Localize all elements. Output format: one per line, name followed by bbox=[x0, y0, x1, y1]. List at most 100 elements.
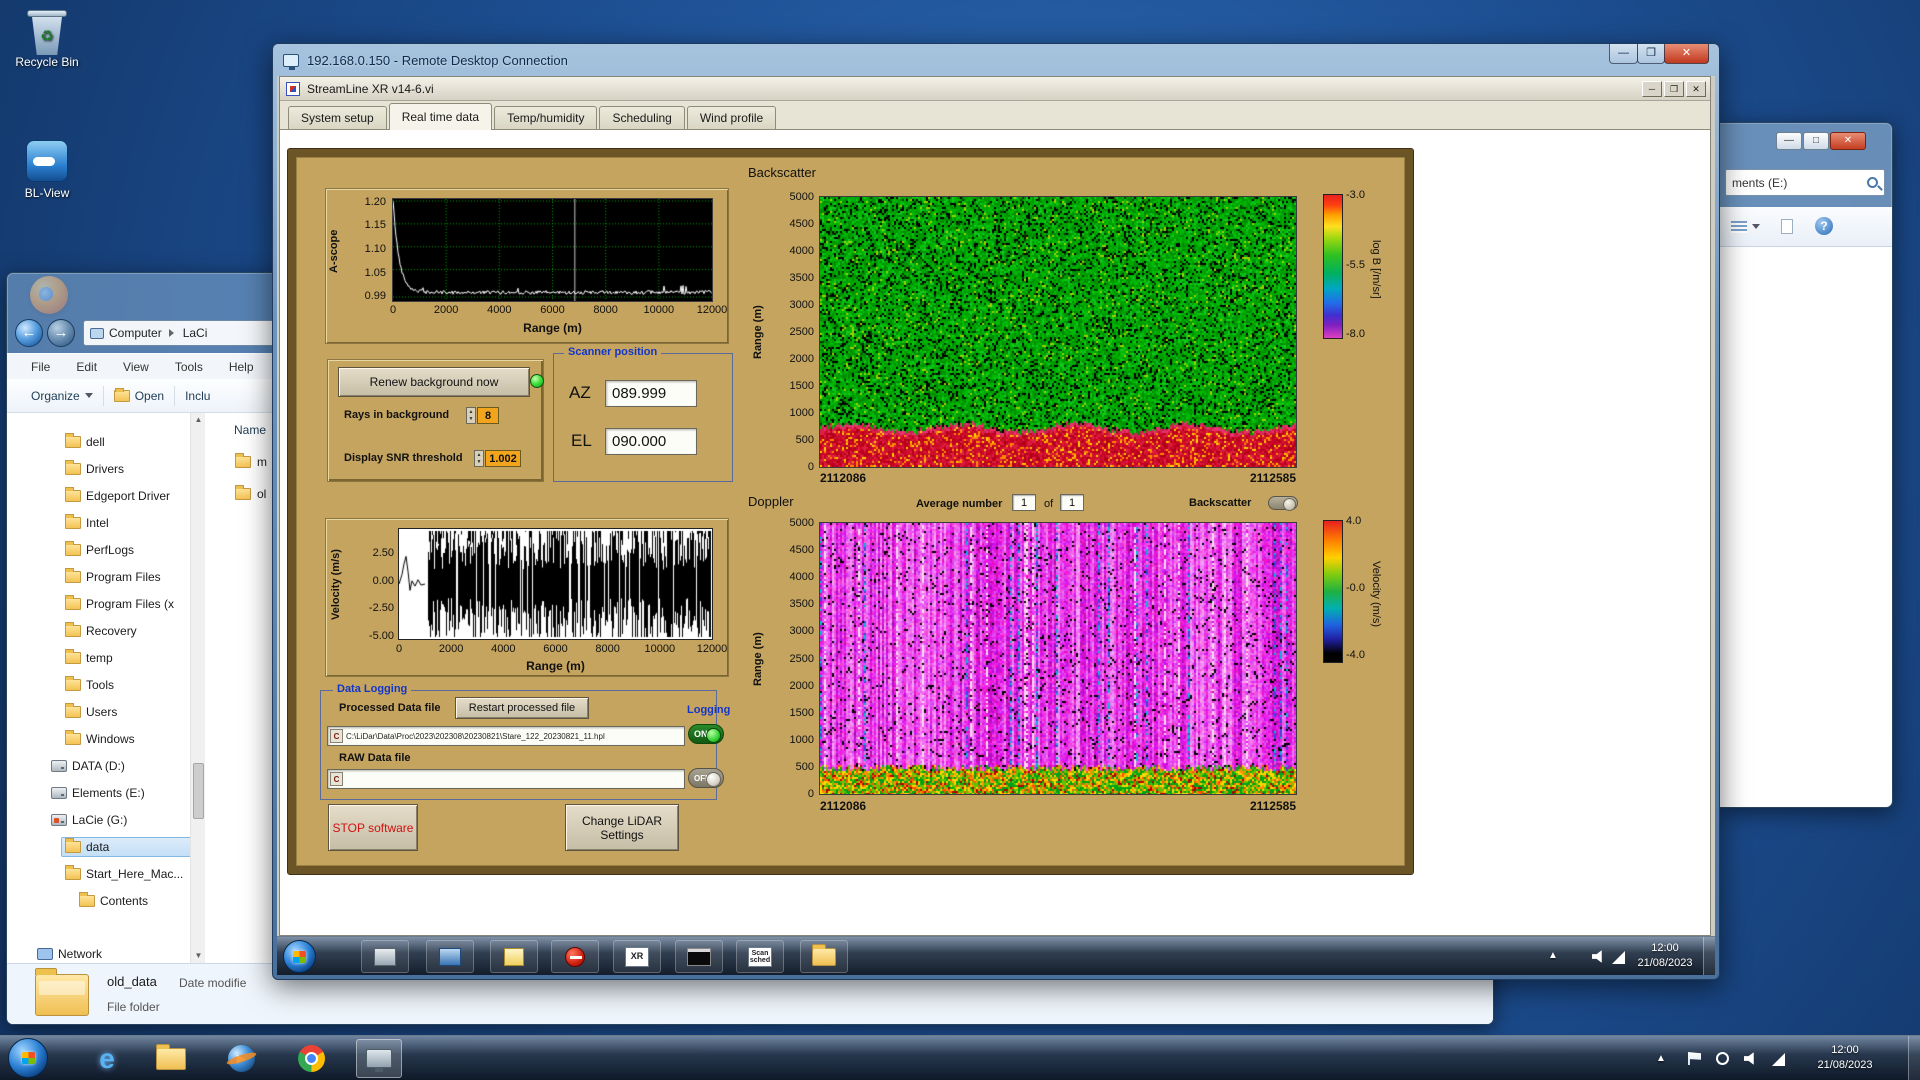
remote-taskbar-icon-scan-scheduler[interactable]: Scan sched bbox=[736, 940, 784, 973]
tab-temp-humidity[interactable]: Temp/humidity bbox=[494, 106, 597, 129]
volume-icon[interactable] bbox=[1592, 950, 1605, 963]
tray-expand-icon[interactable]: ▲ bbox=[1548, 950, 1558, 961]
tree-item-dell[interactable]: dell bbox=[65, 432, 199, 452]
taskbar-icon-internet-explorer[interactable]: e bbox=[84, 1039, 130, 1078]
network-icon[interactable] bbox=[1612, 951, 1625, 964]
tree-item-edgeport-driver[interactable]: Edgeport Driver bbox=[65, 486, 199, 506]
network-icon[interactable] bbox=[1772, 1053, 1785, 1066]
logging-on-switch[interactable]: ON bbox=[688, 724, 724, 744]
host-clock[interactable]: 12:0021/08/2023 bbox=[1795, 1043, 1895, 1073]
tree-item-start-here-mac[interactable]: Start_Here_Mac... bbox=[65, 864, 199, 884]
remote-taskbar-icon-xr[interactable]: XR bbox=[613, 940, 661, 973]
menu-edit[interactable]: Edit bbox=[76, 360, 97, 374]
snr-spinner[interactable]: ▲▼ bbox=[474, 450, 484, 467]
remote-taskbar-icon-notes[interactable] bbox=[490, 940, 538, 973]
tree-item-elements-e[interactable]: Elements (E:) bbox=[51, 783, 199, 803]
list-item[interactable]: m bbox=[235, 455, 267, 469]
back-button[interactable]: ← bbox=[15, 319, 43, 347]
volume-icon[interactable] bbox=[1744, 1052, 1757, 1065]
average-number-value[interactable]: 1 bbox=[1012, 494, 1036, 511]
close-button[interactable]: ✕ bbox=[1686, 81, 1706, 97]
tab-scheduling[interactable]: Scheduling bbox=[599, 106, 684, 129]
desktop-icon-bl-view[interactable]: BL-View bbox=[8, 140, 86, 200]
preview-pane-icon[interactable] bbox=[1781, 219, 1793, 234]
change-lidar-settings-button[interactable]: Change LiDAR Settings bbox=[565, 804, 679, 851]
action-center-flag-icon[interactable] bbox=[1688, 1052, 1701, 1065]
tray-expand-icon[interactable]: ▲ bbox=[1656, 1053, 1666, 1064]
show-desktop-button[interactable] bbox=[1908, 1036, 1920, 1080]
tab-wind-profile[interactable]: Wind profile bbox=[687, 106, 776, 129]
tree-item-drivers[interactable]: Drivers bbox=[65, 459, 199, 479]
tray-status-icon[interactable] bbox=[1716, 1052, 1729, 1065]
remote-taskbar-icon-folder[interactable] bbox=[800, 940, 848, 973]
tab-system-setup[interactable]: System setup bbox=[288, 106, 387, 129]
tree-item-program-files[interactable]: Program Files bbox=[65, 567, 199, 587]
stop-software-button[interactable]: STOP software bbox=[328, 804, 418, 851]
organize-button[interactable]: Organize bbox=[31, 389, 93, 403]
tree-item-tools[interactable]: Tools bbox=[65, 675, 199, 695]
remote-taskbar-icon-app-window[interactable] bbox=[361, 940, 409, 973]
desktop-icon-recycle-bin[interactable]: ♻ Recycle Bin bbox=[8, 10, 86, 69]
rays-spinner[interactable]: ▲▼ bbox=[466, 407, 476, 424]
breadcrumb-computer[interactable]: Computer bbox=[109, 326, 162, 340]
open-button[interactable]: Open bbox=[114, 389, 164, 403]
taskbar-icon-media-player[interactable]: ▶ bbox=[218, 1039, 264, 1078]
remote-clock[interactable]: 12:0021/08/2023 bbox=[1629, 941, 1701, 971]
menu-file[interactable]: File bbox=[31, 360, 50, 374]
tab-real-time-data[interactable]: Real time data bbox=[389, 103, 492, 130]
tree-scrollbar[interactable]: ▲ ▼ bbox=[190, 413, 205, 963]
search-input[interactable]: ments (E:) bbox=[1725, 169, 1885, 196]
average-total-value[interactable]: 1 bbox=[1060, 494, 1084, 511]
processed-path-field[interactable]: C C:\LiDar\Data\Proc\2023\202308\2023082… bbox=[327, 726, 685, 746]
tree-item-intel[interactable]: Intel bbox=[65, 513, 199, 533]
tree-item-perflogs[interactable]: PerfLogs bbox=[65, 540, 199, 560]
tree-item-contents[interactable]: Contents bbox=[79, 891, 199, 911]
backscatter-toggle[interactable] bbox=[1268, 496, 1298, 510]
el-value[interactable]: 090.000 bbox=[605, 428, 697, 455]
menu-view[interactable]: View bbox=[123, 360, 149, 374]
tree-item-program-files-x[interactable]: Program Files (x bbox=[65, 594, 199, 614]
menu-help[interactable]: Help bbox=[229, 360, 254, 374]
taskbar-icon-explorer[interactable] bbox=[148, 1039, 194, 1078]
minimize-button[interactable]: ─ bbox=[1642, 81, 1662, 97]
remote-taskbar-icon-console[interactable] bbox=[675, 940, 723, 973]
start-button[interactable] bbox=[8, 1038, 48, 1078]
show-desktop-button[interactable] bbox=[1703, 937, 1715, 975]
maximize-button[interactable]: □ bbox=[1803, 132, 1829, 150]
view-options-button[interactable] bbox=[1731, 220, 1760, 233]
tree-item-data-d[interactable]: DATA (D:) bbox=[51, 756, 199, 776]
tree-item-users[interactable]: Users bbox=[65, 702, 199, 722]
app-titlebar[interactable]: StreamLine XR v14-6.vi bbox=[280, 77, 1710, 101]
breadcrumb[interactable]: Computer LaCi bbox=[83, 320, 279, 346]
rdp-titlebar[interactable]: 192.168.0.150 - Remote Desktop Connectio… bbox=[273, 44, 1719, 76]
remote-taskbar-icon-blue-app[interactable] bbox=[426, 940, 474, 973]
include-button[interactable]: Inclu bbox=[185, 389, 210, 403]
taskbar-icon-remote-desktop[interactable] bbox=[356, 1039, 402, 1078]
raw-path-field[interactable]: C bbox=[327, 769, 685, 789]
forward-button[interactable]: → bbox=[47, 319, 75, 347]
renew-background-button[interactable]: Renew background now bbox=[338, 367, 530, 397]
scrollbar-thumb[interactable] bbox=[193, 763, 204, 819]
minimize-button[interactable]: — bbox=[1609, 44, 1638, 64]
taskbar-icon-chrome[interactable] bbox=[288, 1039, 334, 1078]
restore-button[interactable]: ❐ bbox=[1664, 81, 1684, 97]
restart-processed-file-button[interactable]: Restart processed file bbox=[455, 697, 589, 719]
tree-item-temp[interactable]: temp bbox=[65, 648, 199, 668]
scroll-down-icon[interactable]: ▼ bbox=[192, 949, 205, 963]
list-item[interactable]: ol bbox=[235, 487, 266, 501]
snr-value[interactable]: 1.002 bbox=[485, 450, 521, 467]
close-button[interactable]: ✕ bbox=[1830, 132, 1866, 150]
scroll-up-icon[interactable]: ▲ bbox=[192, 413, 205, 427]
remote-start-button[interactable] bbox=[283, 940, 316, 973]
tree-item-network[interactable]: Network bbox=[37, 944, 199, 964]
tree-item-lacie-g[interactable]: LaCie (G:) bbox=[51, 810, 199, 830]
minimize-button[interactable]: — bbox=[1776, 132, 1802, 150]
maximize-button[interactable]: ❐ bbox=[1637, 44, 1665, 64]
tree-item-windows[interactable]: Windows bbox=[65, 729, 199, 749]
tree-item-recovery[interactable]: Recovery bbox=[65, 621, 199, 641]
tree-item-data[interactable]: data bbox=[61, 837, 195, 857]
close-button[interactable]: ✕ bbox=[1664, 44, 1709, 64]
help-icon[interactable]: ? bbox=[1815, 217, 1833, 235]
az-value[interactable]: 089.999 bbox=[605, 380, 697, 407]
breadcrumb-lacie[interactable]: LaCi bbox=[183, 326, 208, 340]
